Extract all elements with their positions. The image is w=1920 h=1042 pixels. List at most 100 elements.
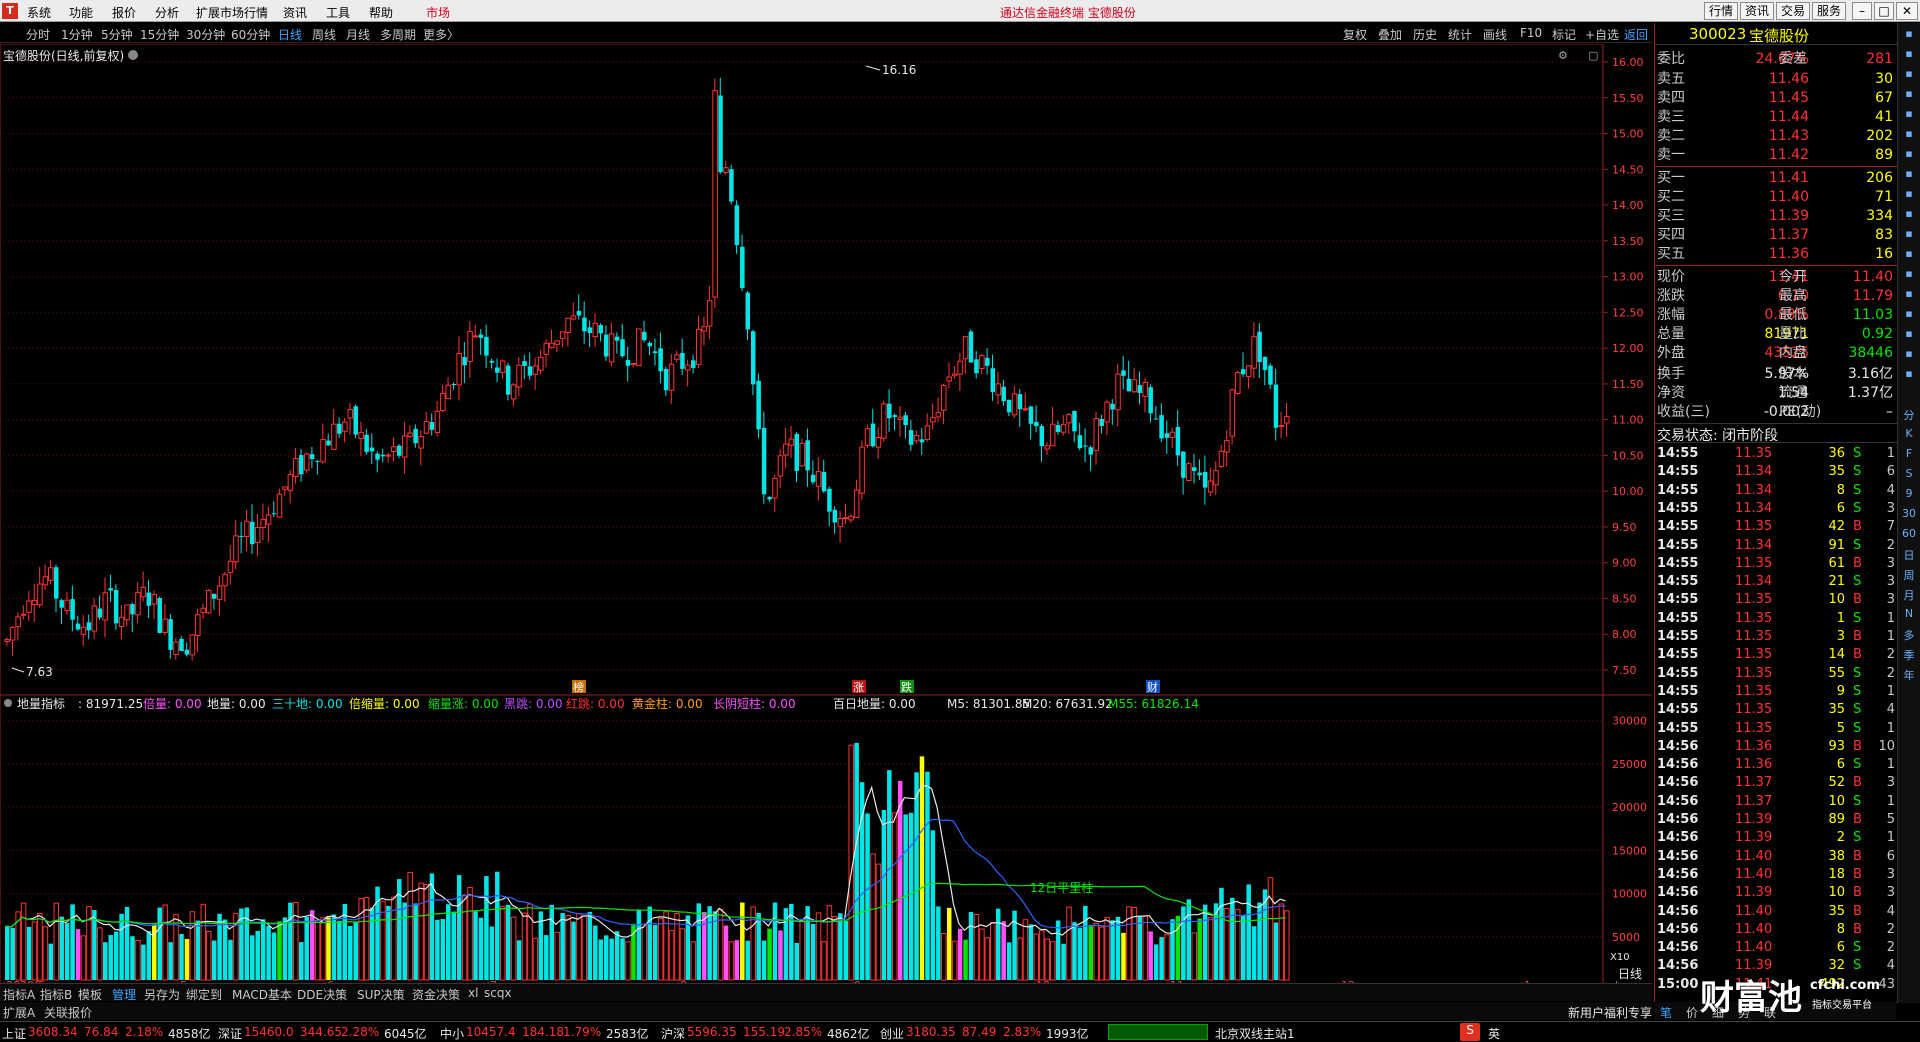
period-shortcut-分[interactable]: 分 [1900,407,1918,423]
tool-icon[interactable]: ▪ [1900,27,1918,43]
tool-icon[interactable]: ▪ [1900,167,1918,183]
tool-icon[interactable]: ▪ [1900,107,1918,123]
period-multi[interactable]: 多周期 [380,26,416,43]
tool-icon[interactable]: ▪ [1900,187,1918,203]
volume-bar [495,871,500,980]
menu-function[interactable]: 功能 [69,4,93,21]
tool-icon[interactable]: ▪ [1900,367,1918,383]
period-shortcut-9[interactable]: 9 [1900,487,1918,503]
indicator-tab[interactable]: 模板 [78,986,102,1003]
tool-icon[interactable]: ▪ [1900,347,1918,363]
tool-icon[interactable]: ▪ [1900,267,1918,283]
period-more[interactable]: 更多〉 [423,26,459,43]
chart-gear-icon[interactable]: ⚙ [1558,49,1568,62]
period-1min[interactable]: 1分钟 [61,26,93,43]
indicator-tab[interactable]: scqx [484,986,512,1000]
menu-news[interactable]: 资讯 [283,4,307,21]
row-label: 卖五 [1657,71,1685,87]
promo-link[interactable]: 新用户福利专享 [1568,1004,1652,1021]
menu-tools[interactable]: 工具 [326,4,350,21]
indicator-tab[interactable]: 管理 [112,986,136,1003]
candle [271,501,277,518]
volume-bar [701,911,707,980]
btn-hangqing[interactable]: 行情 [1704,2,1738,20]
tab-ext-a[interactable]: 扩展A [3,1004,35,1021]
tool-icon[interactable]: ▪ [1900,87,1918,103]
tool-icon[interactable]: ▪ [1900,147,1918,163]
tool-icon[interactable]: ▪ [1900,247,1918,263]
period-shortcut-F[interactable]: F [1900,447,1918,463]
period-shortcut-周[interactable]: 周 [1900,567,1918,583]
tool-icon[interactable]: ▪ [1900,207,1918,223]
tick-tab-1[interactable]: 价 [1686,1004,1698,1021]
indicator-tab[interactable]: 指标B [40,986,72,1003]
input-method-icon[interactable]: S [1460,1023,1480,1041]
period-fenshi[interactable]: 分时 [26,26,50,43]
period-5min[interactable]: 5分钟 [101,26,133,43]
tool-f10[interactable]: F10 [1520,26,1542,40]
tool-icon[interactable]: ▪ [1900,227,1918,243]
indicator-tab[interactable]: 绑定到 [186,986,222,1003]
period-shortcut-年[interactable]: 年 [1900,667,1918,683]
indicator-tab[interactable]: xl [468,986,478,1000]
chart-svg[interactable]: 16.00 15.50 15.00 14.50 14.00 13.50 13.00 12.50… [0,43,1652,992]
tool-diejia[interactable]: 叠加 [1378,26,1402,43]
tool-back[interactable]: 返回 [1624,26,1648,43]
tool-huaxian[interactable]: 画线 [1483,26,1507,43]
menu-system[interactable]: 系统 [27,4,51,21]
tool-tongji[interactable]: 统计 [1448,26,1472,43]
tool-biaoji[interactable]: 标记 [1552,26,1576,43]
tool-icon[interactable]: ▪ [1900,127,1918,143]
chart-window-icon[interactable]: ▢ [1588,49,1598,62]
indicator-settings-icon[interactable] [4,699,12,707]
period-shortcut-K[interactable]: K [1900,427,1918,443]
tool-lishi[interactable]: 历史 [1413,26,1437,43]
btn-jiaoyi[interactable]: 交易 [1776,2,1810,20]
price-tick-label: 12.00 [1612,342,1644,355]
tool-icon[interactable]: ▪ [1900,47,1918,63]
period-shortcut-日[interactable]: 日 [1900,547,1918,563]
period-shortcut-N[interactable]: N [1900,607,1918,623]
indicator-tab[interactable]: SUP决策 [357,986,405,1003]
period-shortcut-S[interactable]: S [1900,467,1918,483]
period-30min[interactable]: 30分钟 [186,26,225,43]
tool-fuquan[interactable]: 复权 [1343,26,1367,43]
indicator-tab[interactable]: 资金决策 [412,986,460,1003]
tool-icon[interactable]: ▪ [1900,327,1918,343]
tick-price: 11.39 [1735,885,1773,901]
indicator-tab[interactable]: 指标A [3,986,35,1003]
period-shortcut-季[interactable]: 季 [1900,647,1918,663]
stat-row: 现价 11.41 今开 11.40 [1655,268,1897,287]
tool-icon[interactable]: ▪ [1900,307,1918,323]
chart-settings-icon[interactable] [128,50,138,60]
tool-icon[interactable]: ▪ [1900,287,1918,303]
btn-zixun[interactable]: 资讯 [1740,2,1774,20]
tab-related-quote[interactable]: 关联报价 [44,1004,92,1021]
period-shortcut-多[interactable]: 多 [1900,627,1918,643]
period-shortcut-60[interactable]: 60 [1900,527,1918,543]
menu-help[interactable]: 帮助 [369,4,393,21]
tick-tab-0[interactable]: 笔 [1660,1004,1672,1021]
tool-icon[interactable]: ▪ [1900,67,1918,83]
indicator-tab[interactable]: DDE决策 [297,986,347,1003]
menu-quote[interactable]: 报价 [112,4,136,21]
indicator-tab[interactable]: 另存为 [144,986,180,1003]
kline-chart-area[interactable]: 16.00 15.50 15.00 14.50 14.00 13.50 13.00 12.50… [0,43,1652,992]
period-60min[interactable]: 60分钟 [231,26,270,43]
close-icon[interactable]: ✕ [1896,2,1918,20]
period-shortcut-30[interactable]: 30 [1900,507,1918,523]
period-month[interactable]: 月线 [346,26,370,43]
minimize-icon[interactable]: – [1852,2,1872,20]
period-shortcut-月[interactable]: 月 [1900,587,1918,603]
indicator-tab[interactable]: MACD基本 [232,986,292,1003]
menu-ext-market[interactable]: 扩展市场行情 [196,4,268,21]
menu-analysis[interactable]: 分析 [155,4,179,21]
menu-market[interactable]: 市场 [426,4,450,21]
period-week[interactable]: 周线 [312,26,336,43]
btn-fuwu[interactable]: 服务 [1812,2,1846,20]
tool-add-watchlist[interactable]: +自选 [1585,26,1619,43]
input-lang-icon[interactable]: 英 [1488,1025,1500,1042]
period-day[interactable]: 日线 [278,26,302,43]
period-15min[interactable]: 15分钟 [140,26,179,43]
maximize-icon[interactable]: □ [1874,2,1894,20]
